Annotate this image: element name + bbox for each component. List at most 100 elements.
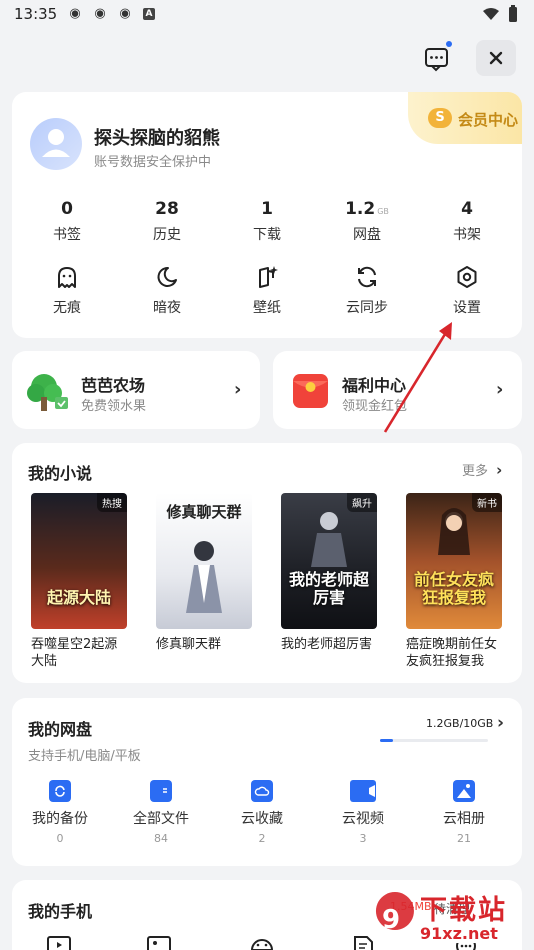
svg-text:9: 9 bbox=[382, 905, 400, 935]
promo-baba-farm[interactable]: 芭芭农场 免费领水果 › bbox=[12, 351, 260, 429]
watermark-logo: 9 bbox=[375, 892, 414, 935]
video-file-icon[interactable] bbox=[46, 934, 74, 950]
wallpaper-icon bbox=[259, 266, 278, 288]
chevron-right-icon: › bbox=[496, 461, 503, 479]
book-title: 癌症晚期前任女友疯狂报复我 bbox=[406, 637, 498, 669]
tool-label: 壁纸 bbox=[253, 300, 281, 316]
close-button[interactable] bbox=[476, 40, 516, 76]
disk-usage-text: 1.2GB/10GB bbox=[426, 717, 494, 730]
ghost-icon bbox=[58, 267, 76, 288]
disk-item-all-files[interactable]: 全部文件 84 bbox=[111, 780, 211, 845]
sync-icon bbox=[358, 266, 376, 288]
stat-value: 0 bbox=[61, 199, 73, 219]
disk-item-count: 3 bbox=[359, 832, 367, 845]
user-name[interactable]: 探头探脑的貂熊 bbox=[94, 124, 220, 150]
book-title: 我的老师超厉害 bbox=[281, 637, 373, 652]
album-icon bbox=[453, 780, 475, 802]
chevron-right-icon: › bbox=[496, 379, 504, 400]
book-title: 修真聊天群 bbox=[156, 637, 222, 652]
close-icon bbox=[489, 51, 503, 65]
promo-subtitle: 免费领水果 bbox=[81, 399, 147, 414]
cover-title: 起源大陆 bbox=[46, 588, 111, 607]
stat-bookshelf[interactable]: 4 书架 bbox=[417, 199, 517, 244]
tool-incognito[interactable]: 无痕 bbox=[17, 265, 117, 317]
tool-cloud-sync[interactable]: 云同步 bbox=[317, 265, 417, 317]
tool-label: 设置 bbox=[453, 300, 481, 316]
user-subtitle: 账号数据安全保护中 bbox=[94, 155, 212, 170]
disk-title: 我的网盘 bbox=[28, 720, 93, 739]
tool-label: 暗夜 bbox=[153, 300, 181, 316]
stat-downloads[interactable]: 1 下载 bbox=[217, 199, 317, 244]
stat-history[interactable]: 28 历史 bbox=[117, 199, 217, 244]
disk-item-backup[interactable]: 我的备份 0 bbox=[10, 780, 110, 845]
video-icon bbox=[350, 780, 376, 802]
book-cover: 修真聊天群 bbox=[156, 493, 252, 629]
annotation-arrow bbox=[383, 322, 452, 433]
phone-title: 我的手机 bbox=[28, 902, 93, 921]
novels-more-link[interactable]: 更多 › bbox=[462, 460, 502, 479]
watermark: 9 下载站 91xz.net bbox=[374, 888, 524, 946]
moon-icon bbox=[157, 266, 177, 287]
avatar[interactable] bbox=[30, 118, 82, 170]
weibo-icon: ◉ bbox=[69, 6, 81, 21]
stat-label: 网盘 bbox=[353, 227, 381, 243]
stat-value: 1 bbox=[261, 199, 273, 219]
promo-title: 芭芭农场 bbox=[81, 376, 146, 395]
tool-label: 云同步 bbox=[346, 300, 388, 316]
stat-bookmarks[interactable]: 0 书签 bbox=[17, 199, 117, 244]
stat-label: 历史 bbox=[153, 227, 181, 243]
disk-usage-fill bbox=[380, 739, 393, 742]
watermark-text: 下载站 bbox=[420, 895, 507, 926]
disk-item-cloud-video[interactable]: 云视频 3 bbox=[313, 780, 413, 845]
tool-wallpaper[interactable]: 壁纸 bbox=[217, 265, 317, 317]
chevron-right-icon[interactable]: › bbox=[497, 713, 504, 733]
disk-item-cloud-album[interactable]: 云相册 21 bbox=[414, 780, 514, 845]
vip-coin-icon: S bbox=[428, 108, 452, 128]
cover-title: 修真聊天群 bbox=[166, 503, 242, 521]
tool-settings[interactable]: 设置 bbox=[417, 265, 517, 317]
book-cover: 飙升 我的老师超厉害 bbox=[281, 493, 377, 629]
cloud-folder-icon bbox=[251, 780, 273, 802]
book-cover: 新书 前任女友疯狂报复我 bbox=[406, 493, 502, 629]
notification-dot bbox=[446, 41, 452, 47]
cover-figure bbox=[438, 508, 470, 555]
book-item[interactable]: 飙升 我的老师超厉害 我的老师超厉害 bbox=[281, 493, 377, 653]
disk-item-label: 我的备份 bbox=[32, 811, 88, 827]
stat-value: 4 bbox=[461, 199, 473, 219]
red-envelope-icon bbox=[293, 374, 328, 408]
tree-icon bbox=[27, 374, 68, 411]
cover-title: 我的老师超厉害 bbox=[288, 570, 369, 607]
watermark-url: 91xz.net bbox=[420, 924, 498, 943]
disk-item-count: 21 bbox=[457, 832, 471, 845]
app-notification-icon: A bbox=[143, 8, 155, 20]
cover-title: 前任女友疯狂报复我 bbox=[413, 570, 494, 607]
book-item[interactable]: 修真聊天群 修真聊天群 bbox=[156, 493, 252, 653]
gear-icon bbox=[457, 266, 477, 288]
android-icon[interactable] bbox=[248, 934, 276, 950]
book-item[interactable]: 新书 前任女友疯狂报复我 癌症晚期前任女友疯狂报复我 bbox=[406, 493, 502, 670]
folder-icon bbox=[150, 780, 172, 802]
disk-usage-bar bbox=[380, 739, 488, 742]
vip-center-button[interactable]: S 会员中心 bbox=[408, 92, 522, 144]
stat-label: 书签 bbox=[53, 227, 81, 243]
message-button[interactable] bbox=[416, 40, 456, 76]
disk-subtitle: 支持手机/电脑/平板 bbox=[28, 749, 141, 764]
tool-label: 无痕 bbox=[53, 300, 81, 316]
disk-item-label: 云收藏 bbox=[241, 811, 283, 827]
battery-icon bbox=[509, 5, 517, 22]
stat-cloud-disk[interactable]: 1.2 GB 网盘 bbox=[317, 199, 417, 244]
disk-item-label: 全部文件 bbox=[133, 811, 189, 827]
stat-unit: GB bbox=[377, 207, 389, 216]
image-file-icon[interactable] bbox=[146, 934, 174, 950]
disk-item-count: 2 bbox=[258, 832, 266, 845]
backup-icon bbox=[49, 780, 71, 802]
tool-dark-mode[interactable]: 暗夜 bbox=[117, 265, 217, 317]
weibo-icon: ◉ bbox=[94, 6, 106, 21]
cover-figure bbox=[186, 541, 222, 613]
book-cover: 热搜 起源大陆 bbox=[31, 493, 127, 629]
disk-item-cloud-favorites[interactable]: 云收藏 2 bbox=[212, 780, 312, 845]
disk-item-label: 云相册 bbox=[443, 811, 485, 827]
book-item[interactable]: 热搜 起源大陆 吞噬星空2起源大陆 bbox=[31, 493, 127, 670]
message-icon bbox=[425, 41, 452, 72]
disk-item-count: 0 bbox=[56, 832, 64, 845]
